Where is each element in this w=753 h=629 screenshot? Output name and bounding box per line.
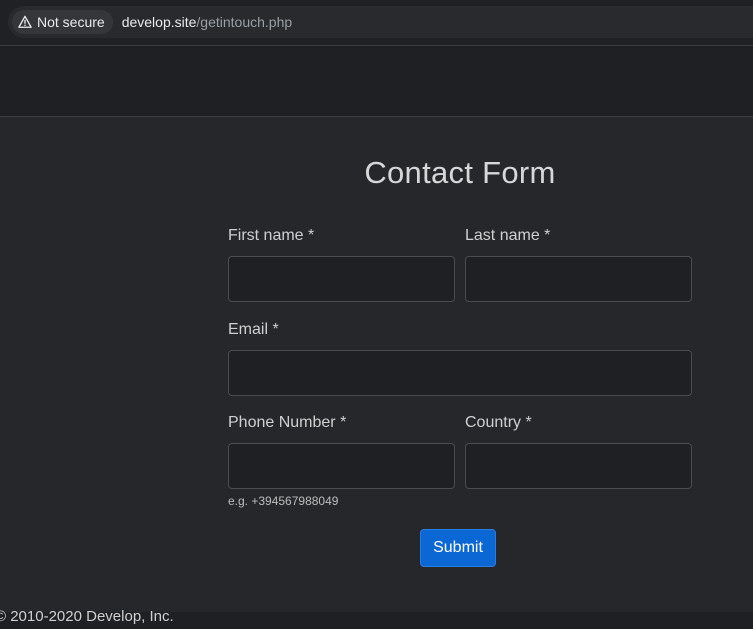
page-title: Contact Form: [364, 155, 556, 190]
site-navbar: [0, 46, 753, 117]
security-indicator[interactable]: Not secure: [12, 10, 113, 34]
first-name-input[interactable]: [228, 256, 455, 302]
country-label: Country *: [465, 414, 532, 431]
first-name-label: First name *: [228, 227, 315, 244]
security-label: Not secure: [37, 14, 105, 30]
email-input[interactable]: [228, 350, 692, 396]
url-host: develop.site: [121, 14, 197, 30]
last-name-label: Last name *: [465, 227, 551, 244]
phone-help-text: e.g. +394567988049: [228, 494, 339, 508]
phone-label: Phone Number *: [228, 414, 347, 431]
copyright-text: © 2010-2020 Develop, Inc.: [0, 608, 174, 625]
warning-icon: [18, 15, 32, 28]
contact-section: Contact Form First name * Last name * Em…: [0, 117, 753, 612]
url-path: /getintouch.php: [196, 14, 293, 30]
country-input[interactable]: [465, 443, 692, 489]
phone-input[interactable]: [228, 443, 455, 489]
url-text[interactable]: develop.site/getintouch.php: [122, 14, 292, 30]
email-label: Email *: [228, 321, 279, 338]
browser-toolbar: Not secure develop.site/getintouch.php: [0, 0, 753, 46]
last-name-input[interactable]: [465, 256, 692, 302]
address-bar[interactable]: Not secure develop.site/getintouch.php: [8, 6, 753, 38]
submit-button[interactable]: Submit: [420, 529, 496, 567]
